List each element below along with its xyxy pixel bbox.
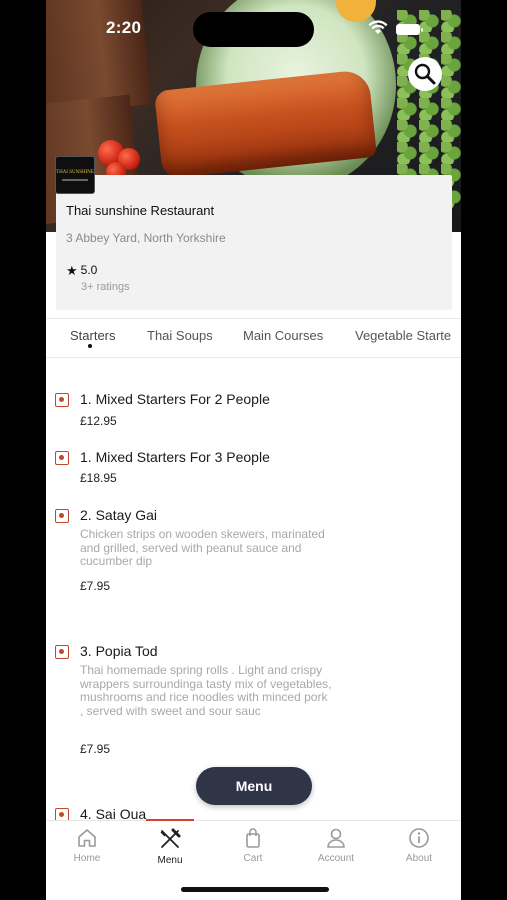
info-icon — [409, 828, 429, 848]
nav-account[interactable]: Account — [306, 827, 366, 864]
item-bullet-icon — [55, 509, 69, 523]
item-name: 4. Sai Oua — [80, 806, 147, 820]
item-bullet-icon — [55, 808, 69, 820]
battery-icon — [396, 24, 423, 35]
item-name: 3. Popia Tod — [80, 643, 158, 659]
rating-value: 5.0 — [80, 263, 98, 277]
nav-label: Cart — [243, 853, 263, 864]
nav-label: Account — [317, 853, 355, 864]
star-icon: ★ — [66, 262, 78, 278]
tab-thai-soups[interactable]: Thai Soups — [147, 328, 213, 343]
item-bullet-icon — [55, 393, 69, 407]
fork-knife-icon — [160, 828, 181, 848]
item-description: Thai homemade spring rolls . Light and c… — [80, 663, 332, 718]
nav-menu[interactable]: Menu — [140, 827, 200, 866]
nav-label: Home — [73, 853, 101, 864]
search-icon — [414, 63, 436, 85]
item-price: £12.95 — [80, 414, 117, 428]
nav-label: Menu — [157, 855, 183, 866]
item-price: £7.95 — [80, 579, 111, 593]
nav-cart[interactable]: Cart — [223, 827, 283, 864]
menu-item[interactable]: 1. Mixed Starters For 3 People £18.95 — [46, 449, 461, 493]
nav-label: About — [405, 853, 433, 864]
nav-home[interactable]: Home — [57, 827, 117, 864]
item-price: £18.95 — [80, 471, 117, 485]
menu-item[interactable]: 3. Popia Tod Thai homemade spring rolls … — [46, 643, 461, 758]
app-screen: 2:20 THAI SUNSHINE Thai sunshine Restaur… — [46, 0, 461, 900]
tab-starters[interactable]: Starters — [70, 328, 116, 343]
item-bullet-icon — [55, 451, 69, 465]
wifi-icon — [368, 20, 388, 34]
menu-item[interactable]: 1. Mixed Starters For 2 People £12.95 — [46, 391, 461, 435]
restaurant-logo: THAI SUNSHINE — [55, 156, 95, 194]
item-bullet-icon — [55, 645, 69, 659]
person-icon — [327, 828, 345, 848]
nav-about[interactable]: About — [389, 827, 449, 864]
menu-item[interactable]: 2. Satay Gai Chicken strips on wooden sk… — [46, 507, 461, 607]
item-name: 1. Mixed Starters For 2 People — [80, 391, 270, 407]
tab-main-courses[interactable]: Main Courses — [243, 328, 323, 343]
menu-button[interactable]: Menu — [196, 767, 312, 805]
home-indicator — [181, 887, 329, 892]
tab-vegetable-starters[interactable]: Vegetable Starte — [355, 328, 451, 343]
restaurant-name: Thai sunshine Restaurant — [66, 203, 215, 218]
logo-text: THAI SUNSHINE — [56, 170, 94, 175]
item-description: Chicken strips on wooden skewers, marina… — [80, 527, 325, 568]
logo-divider — [62, 179, 88, 181]
tab-active-indicator — [88, 344, 92, 348]
home-icon — [78, 829, 96, 847]
item-name: 1. Mixed Starters For 3 People — [80, 449, 270, 465]
status-time: 2:20 — [106, 18, 142, 37]
item-price: £7.95 — [80, 742, 111, 756]
rating-count: 3+ ratings — [81, 281, 130, 293]
category-tabs: Starters Thai Soups Main Courses Vegetab… — [46, 318, 461, 358]
nav-active-indicator — [146, 819, 194, 821]
rating-row: ★ 5.0 — [66, 263, 97, 277]
menu-item[interactable]: 4. Sai Oua — [46, 806, 461, 820]
item-name: 2. Satay Gai — [80, 507, 158, 523]
dynamic-island — [193, 12, 314, 47]
bag-icon — [246, 828, 260, 848]
search-button[interactable] — [408, 57, 442, 91]
restaurant-address: 3 Abbey Yard, North Yorkshire — [66, 231, 226, 245]
